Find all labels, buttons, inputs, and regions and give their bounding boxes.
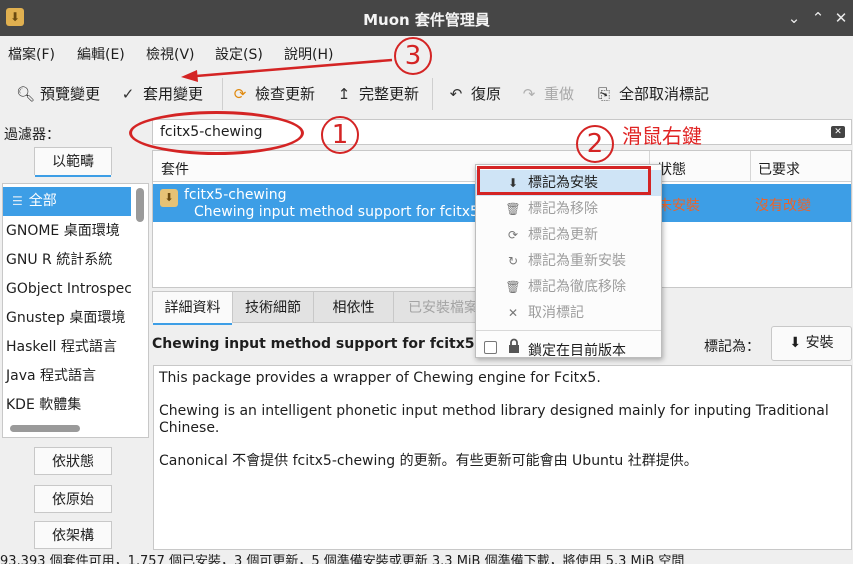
package-icon: ⬇: [160, 189, 178, 207]
tab-dependencies[interactable]: 相依性: [313, 291, 394, 323]
column-package[interactable]: 套件: [161, 159, 189, 179]
trash-icon: 🗑︎: [505, 280, 521, 294]
menu-view[interactable]: 檢視(V): [146, 44, 195, 64]
column-requested[interactable]: 已要求: [758, 159, 800, 179]
category-item[interactable]: Java 程式語言: [3, 362, 131, 391]
status-text: 93,393 個套件可用，1,757 個已安裝，3 個可更新，5 個準備安裝或更…: [0, 554, 685, 564]
redo-label: 重做: [544, 85, 575, 103]
check-icon: ✓: [121, 85, 135, 103]
category-list[interactable]: ☰ 全部 GNOME 桌面環境 GNU R 統計系統 GObject Intros…: [2, 183, 149, 438]
by-architecture-button[interactable]: 依架構: [34, 521, 112, 549]
short-description: Chewing input method support for fcitx5: [152, 336, 475, 352]
refresh-icon: ⟳: [507, 228, 519, 242]
by-origin-button[interactable]: 依原始: [34, 485, 112, 513]
title-bar: ⬇ Muon 套件管理員 ⌄ ⌃ ✕: [0, 0, 853, 36]
preview-changes-button[interactable]: 🔍︎ 預覽變更: [16, 82, 100, 106]
menu-settings[interactable]: 設定(S): [215, 44, 263, 64]
vertical-scrollbar[interactable]: [136, 188, 144, 222]
minimize-icon[interactable]: ⌄: [784, 8, 804, 28]
menu-help[interactable]: 說明(H): [284, 44, 333, 64]
status-bar: 93,393 個套件可用，1,757 個已安裝，3 個可更新，5 個準備安裝或更…: [0, 554, 853, 564]
package-requested: 沒有改變: [755, 198, 811, 214]
annotation-highlight-box: [477, 166, 651, 195]
category-item[interactable]: GObject Introspec: [3, 275, 131, 304]
close-icon[interactable]: ✕: [831, 8, 851, 28]
annotation-step-3: 3: [394, 37, 432, 75]
x-icon: ✕: [507, 306, 519, 320]
window-title: Muon 套件管理員: [363, 11, 490, 29]
unmark-all-button[interactable]: ⎘ 全部取消標記: [595, 82, 709, 106]
menu-file[interactable]: 檔案(F): [8, 44, 55, 64]
category-item[interactable]: KDE 軟體集: [3, 391, 131, 420]
annotation-step-1: 1: [321, 116, 359, 154]
category-item[interactable]: Haskell 程式語言: [3, 333, 131, 362]
redo-icon: ↷: [522, 85, 536, 103]
menu-mark-reinstall[interactable]: ↻ 標記為重新安裝: [476, 248, 661, 274]
download-icon: ⬇: [789, 335, 802, 351]
redo-button[interactable]: ↷ 重做: [520, 82, 574, 106]
tab-details[interactable]: 詳細資料: [152, 291, 233, 325]
package-status: 未安裝: [658, 198, 700, 214]
description-paragraph: Canonical 不會提供 fcitx5-chewing 的更新。有些更新可能…: [159, 453, 698, 469]
upgrade-icon: ↥: [337, 85, 351, 103]
annotation-right-click-note: 滑鼠右鍵: [622, 124, 702, 148]
full-upgrade-button[interactable]: ↥ 完整更新: [335, 82, 419, 106]
annotation-ellipse-search: [129, 111, 304, 155]
filter-label: 過濾器：: [4, 127, 60, 143]
redo-icon: ↻: [507, 254, 519, 268]
lock-icon: [509, 338, 519, 353]
package-description: Chewing input method support for fcitx5: [194, 204, 479, 220]
description-paragraph: Chewing is an intelligent phonetic input…: [159, 403, 829, 436]
apply-changes-button[interactable]: ✓ 套用變更: [119, 82, 203, 106]
annotation-step-2: 2: [576, 125, 614, 163]
category-item[interactable]: GNOME 桌面環境: [3, 217, 131, 246]
install-button-label: 安裝: [805, 335, 834, 351]
maximize-icon[interactable]: ⌃: [808, 8, 828, 28]
menu-edit[interactable]: 編輯(E): [77, 44, 125, 64]
preview-changes-label: 預覽變更: [40, 85, 101, 103]
check-updates-button[interactable]: ⟳ 檢查更新: [231, 82, 315, 106]
category-item[interactable]: Gnustep 桌面環境: [3, 304, 131, 333]
unmark-all-icon: ⎘: [597, 85, 610, 103]
category-item[interactable]: ☰ 全部: [3, 187, 131, 216]
tab-technical[interactable]: 技術細節: [232, 291, 314, 323]
mark-as-label: 標記為：: [704, 339, 760, 355]
menu-unmark[interactable]: ✕ 取消標記: [476, 300, 661, 326]
category-item[interactable]: GNU R 統計系統: [3, 246, 131, 275]
list-icon: ☰: [12, 194, 23, 208]
toolbar-separator: [222, 78, 223, 110]
horizontal-scrollbar[interactable]: [10, 425, 80, 432]
full-upgrade-label: 完整更新: [359, 85, 420, 103]
tab-by-category[interactable]: 以範疇: [34, 147, 112, 177]
toolbar-separator: [432, 78, 433, 110]
package-name: fcitx5-chewing: [184, 187, 287, 203]
lock-version-label: 鎖定在目前版本: [528, 343, 626, 359]
clear-search-icon[interactable]: ✕: [831, 126, 845, 138]
menu-mark-purge[interactable]: 🗑︎ 標記為徹底移除: [476, 274, 661, 300]
unmark-all-label: 全部取消標記: [619, 85, 710, 103]
undo-label: 復原: [471, 85, 502, 103]
description-paragraph: This package provides a wrapper of Chewi…: [159, 370, 601, 386]
by-status-button[interactable]: 依狀態: [34, 447, 112, 475]
menu-mark-remove[interactable]: 🗑︎ 標記為移除: [476, 196, 661, 222]
search-icon: 🔍︎: [16, 85, 36, 103]
check-updates-label: 檢查更新: [255, 85, 316, 103]
refresh-icon: ⟳: [233, 85, 247, 103]
undo-button[interactable]: ↶ 復原: [447, 82, 501, 106]
apply-changes-label: 套用變更: [143, 85, 204, 103]
menu-mark-upgrade[interactable]: ⟳ 標記為更新: [476, 222, 661, 248]
undo-icon: ↶: [449, 85, 463, 103]
trash-icon: 🗑︎: [505, 202, 521, 216]
menu-separator: [476, 330, 661, 331]
long-description: This package provides a wrapper of Chewi…: [153, 365, 852, 550]
install-button[interactable]: ⬇ 安裝: [771, 326, 852, 361]
lock-version-checkbox[interactable]: [484, 341, 497, 354]
column-status[interactable]: 狀態: [658, 159, 686, 179]
toolbar: 🔍︎ 預覽變更 ✓ 套用變更 ⟳ 檢查更新 ↥ 完整更新 ↶ 復原 ↷ 重做 ⎘ 全部取消標記: [0, 74, 853, 114]
